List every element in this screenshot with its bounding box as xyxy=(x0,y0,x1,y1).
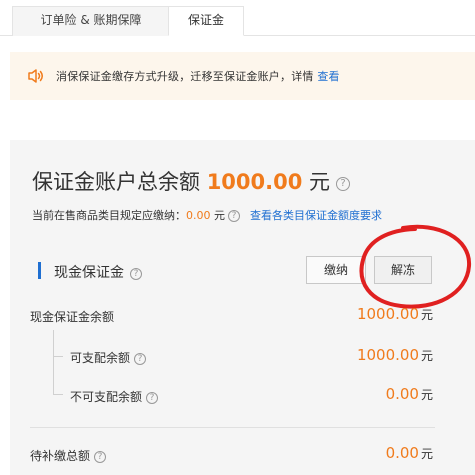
divider xyxy=(30,427,435,428)
unavailable-balance-label: 不可支配余额? xyxy=(70,388,159,405)
row-label-text: 可支配余额 xyxy=(70,351,131,365)
cash-balance-value: 1000.00 元 xyxy=(357,305,433,323)
unavailable-balance-value: 0.00 元 xyxy=(386,385,433,403)
unfreeze-button[interactable]: 解冻 xyxy=(374,256,432,284)
required-amount: 0.00 xyxy=(186,209,211,222)
row-amount: 1000.00 xyxy=(356,346,419,364)
row-unit: 元 xyxy=(420,447,433,461)
cash-deposit-label: 现金保证金 xyxy=(54,265,124,281)
title-prefix: 保证金账户总余额 xyxy=(32,170,200,194)
help-icon[interactable]: ? xyxy=(134,352,147,365)
cash-deposit-heading: 现金保证金? xyxy=(54,262,142,282)
tab-bar: 订单险 & 账期保障 保证金 xyxy=(0,0,475,36)
row-label-text: 待补缴总额 xyxy=(30,449,91,463)
row-amount: 0.00 xyxy=(385,385,419,403)
tab-order-insurance[interactable]: 订单险 & 账期保障 xyxy=(12,6,170,36)
row-unit: 元 xyxy=(420,308,433,322)
required-unit: 元 xyxy=(214,209,225,222)
row-unit: 元 xyxy=(420,349,433,363)
help-icon[interactable]: ? xyxy=(146,391,159,404)
speaker-icon xyxy=(26,66,46,86)
row-amount: 1000.00 xyxy=(356,305,419,323)
row-unit: 元 xyxy=(420,388,433,402)
page-title: 保证金账户总余额 1000.00 元? xyxy=(32,166,351,196)
notice-text: 消保保证金缴存方式升级，迁移至保证金账户，详情 查看 xyxy=(56,68,340,84)
tree-connector xyxy=(53,330,54,394)
total-balance-unit: 元 xyxy=(309,170,331,194)
total-balance-amount: 1000.00 xyxy=(206,170,303,194)
help-icon[interactable]: ? xyxy=(228,210,240,222)
row-label-text: 不可支配余额 xyxy=(70,390,143,404)
pending-total-label: 待补缴总额? xyxy=(30,447,107,464)
category-requirements-link[interactable]: 查看各类目保证金额度要求 xyxy=(250,209,382,222)
notice-view-link[interactable]: 查看 xyxy=(317,70,339,83)
tab-deposit[interactable]: 保证金 xyxy=(168,6,244,36)
help-icon[interactable]: ? xyxy=(94,450,107,463)
help-icon[interactable]: ? xyxy=(336,177,351,191)
help-icon[interactable]: ? xyxy=(130,268,142,280)
row-amount: 0.00 xyxy=(385,444,419,462)
notice-banner: 消保保证金缴存方式升级，迁移至保证金账户，详情 查看 xyxy=(10,52,475,100)
available-balance-value: 1000.00 元 xyxy=(357,346,433,364)
section-marker xyxy=(38,262,41,279)
cash-balance-label: 现金保证金余额 xyxy=(30,308,114,325)
row-label-text: 现金保证金余额 xyxy=(30,310,115,324)
tree-connector xyxy=(53,356,63,357)
tree-connector xyxy=(53,394,63,395)
pending-total-value: 0.00 元 xyxy=(386,444,433,462)
required-amount-line: 当前在售商品类目规定应缴纳：0.00 元? 查看各类目保证金额度要求 xyxy=(32,207,382,223)
notice-message: 消保保证金缴存方式升级，迁移至保证金账户，详情 xyxy=(56,70,314,83)
required-label: 当前在售商品类目规定应缴纳： xyxy=(32,209,186,222)
pay-button[interactable]: 缴纳 xyxy=(306,256,366,284)
available-balance-label: 可支配余额? xyxy=(70,349,147,366)
